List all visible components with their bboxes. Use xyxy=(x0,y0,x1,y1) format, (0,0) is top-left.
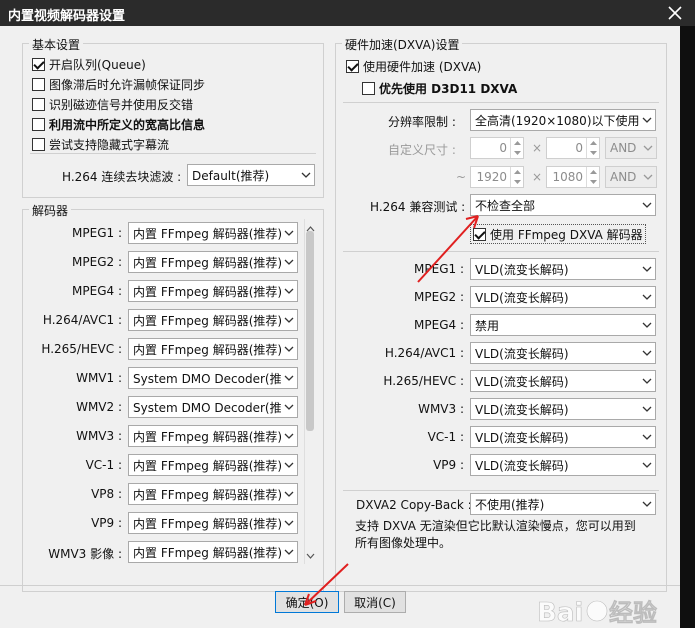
svg-text:Bai: Bai xyxy=(537,598,583,628)
svg-text:经验: 经验 xyxy=(609,599,657,627)
background-strip xyxy=(680,26,695,628)
annotation-arrows xyxy=(304,215,479,606)
window-title: 内置视频解码器设置 xyxy=(8,9,126,24)
baidu-jingyan-watermark: Bai 经验 jingyan.baidu.com xyxy=(537,598,658,628)
close-icon[interactable] xyxy=(665,3,685,23)
dialog-body: 基本设置 开启队列(Queue) 图像滞后时允许漏帧保证同步 识别磁迹信号并使用反交… xyxy=(0,26,695,628)
annotation-arrow-1 xyxy=(417,215,479,283)
title-bar: 内置视频解码器设置 xyxy=(0,0,695,26)
annotation-arrow-2 xyxy=(304,563,349,606)
